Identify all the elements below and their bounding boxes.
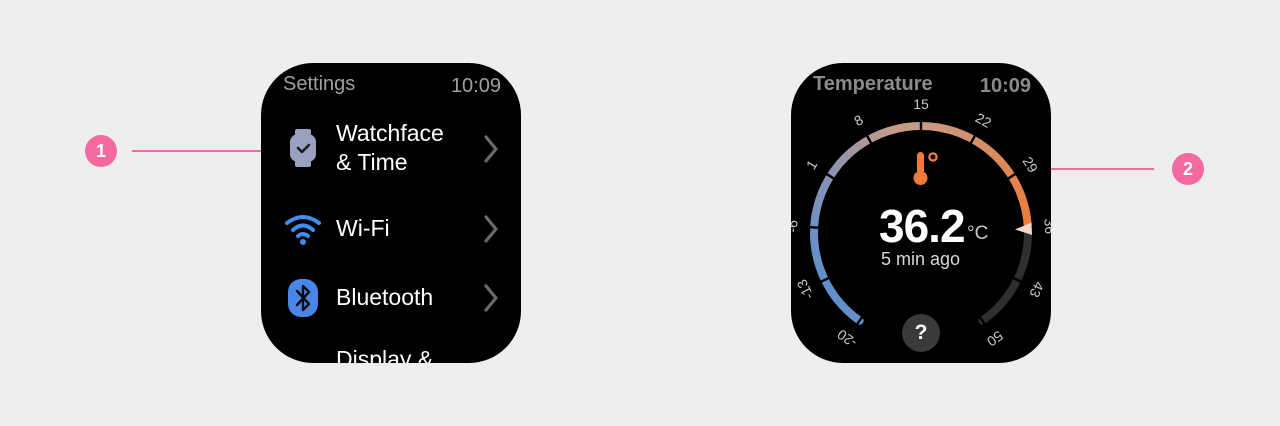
bluetooth-icon — [288, 279, 318, 317]
gauge-tick-label: 36 — [1041, 218, 1051, 235]
gauge-pointer-icon — [1014, 222, 1032, 235]
settings-item-bluetooth[interactable]: Bluetooth — [261, 268, 521, 328]
gauge-tick-label: -13 — [793, 277, 816, 302]
settings-watch-screen: Settings 10:09 Watchface & Time Wi-Fi Bl… — [261, 63, 521, 363]
settings-title: Settings — [283, 73, 356, 95]
thermometer-icon — [913, 152, 938, 185]
settings-item-display-label: Display & — [336, 346, 434, 363]
gauge-arc-remaining — [978, 224, 1032, 325]
wifi-icon — [285, 215, 321, 245]
gauge-tick-label: -6 — [791, 219, 801, 232]
settings-item-watchface-label: Watchface & Time — [336, 119, 444, 177]
gauge-tick-label: 15 — [913, 96, 929, 112]
temperature-last-measured: 5 min ago — [881, 249, 961, 269]
settings-item-display[interactable]: Display & — [261, 335, 521, 363]
callout-2-badge: 2 — [1172, 153, 1204, 185]
gauge-tick-label: 29 — [1019, 154, 1041, 176]
temperature-value: 36.2 — [879, 200, 966, 252]
gauge-tick-label: 1 — [803, 157, 821, 172]
gauge-tick-label: -20 — [834, 326, 860, 351]
gauge-tick-label: 22 — [973, 109, 995, 131]
gauge-tick-label: 8 — [851, 111, 866, 129]
gauge-tick — [809, 225, 820, 229]
settings-clock: 10:09 — [450, 75, 501, 97]
help-button[interactable]: ? — [902, 314, 940, 352]
temperature-watch-screen: Temperature 10:09 -20 -13 -6 1 8 15 22 29 36 43 50… — [791, 63, 1051, 363]
settings-item-bluetooth-label: Bluetooth — [336, 284, 434, 310]
watch-icon — [290, 129, 316, 167]
watchface-label-line1: Watchface — [336, 120, 444, 146]
gauge-tick-label: 43 — [1026, 279, 1047, 300]
watchface-label-line2: & Time — [336, 149, 408, 175]
callout-1-badge: 1 — [85, 135, 117, 167]
settings-item-wifi-label: Wi-Fi — [336, 215, 390, 241]
gauge-tick-label: 50 — [984, 328, 1006, 350]
settings-item-watchface[interactable]: Watchface & Time — [261, 119, 521, 179]
chevron-right-icon — [484, 284, 498, 312]
settings-item-wifi[interactable]: Wi-Fi — [261, 199, 521, 259]
callout-1-line — [132, 150, 280, 152]
chevron-right-icon — [484, 135, 498, 163]
temperature-unit: °C — [967, 223, 989, 244]
chevron-right-icon — [484, 215, 498, 243]
